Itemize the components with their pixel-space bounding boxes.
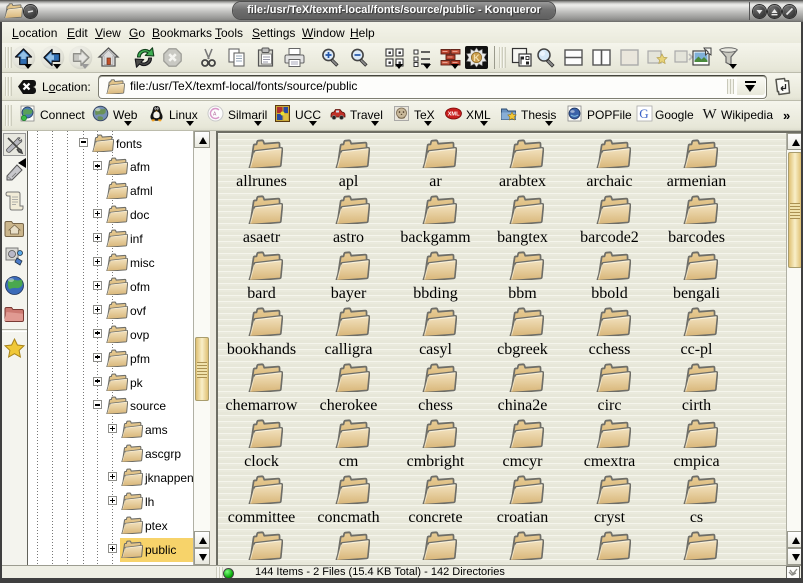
svg-text:K: K [473,53,480,63]
svg-text:W: W [703,107,718,123]
svg-text:XML: XML [448,112,460,118]
svg-text:G: G [639,106,648,121]
